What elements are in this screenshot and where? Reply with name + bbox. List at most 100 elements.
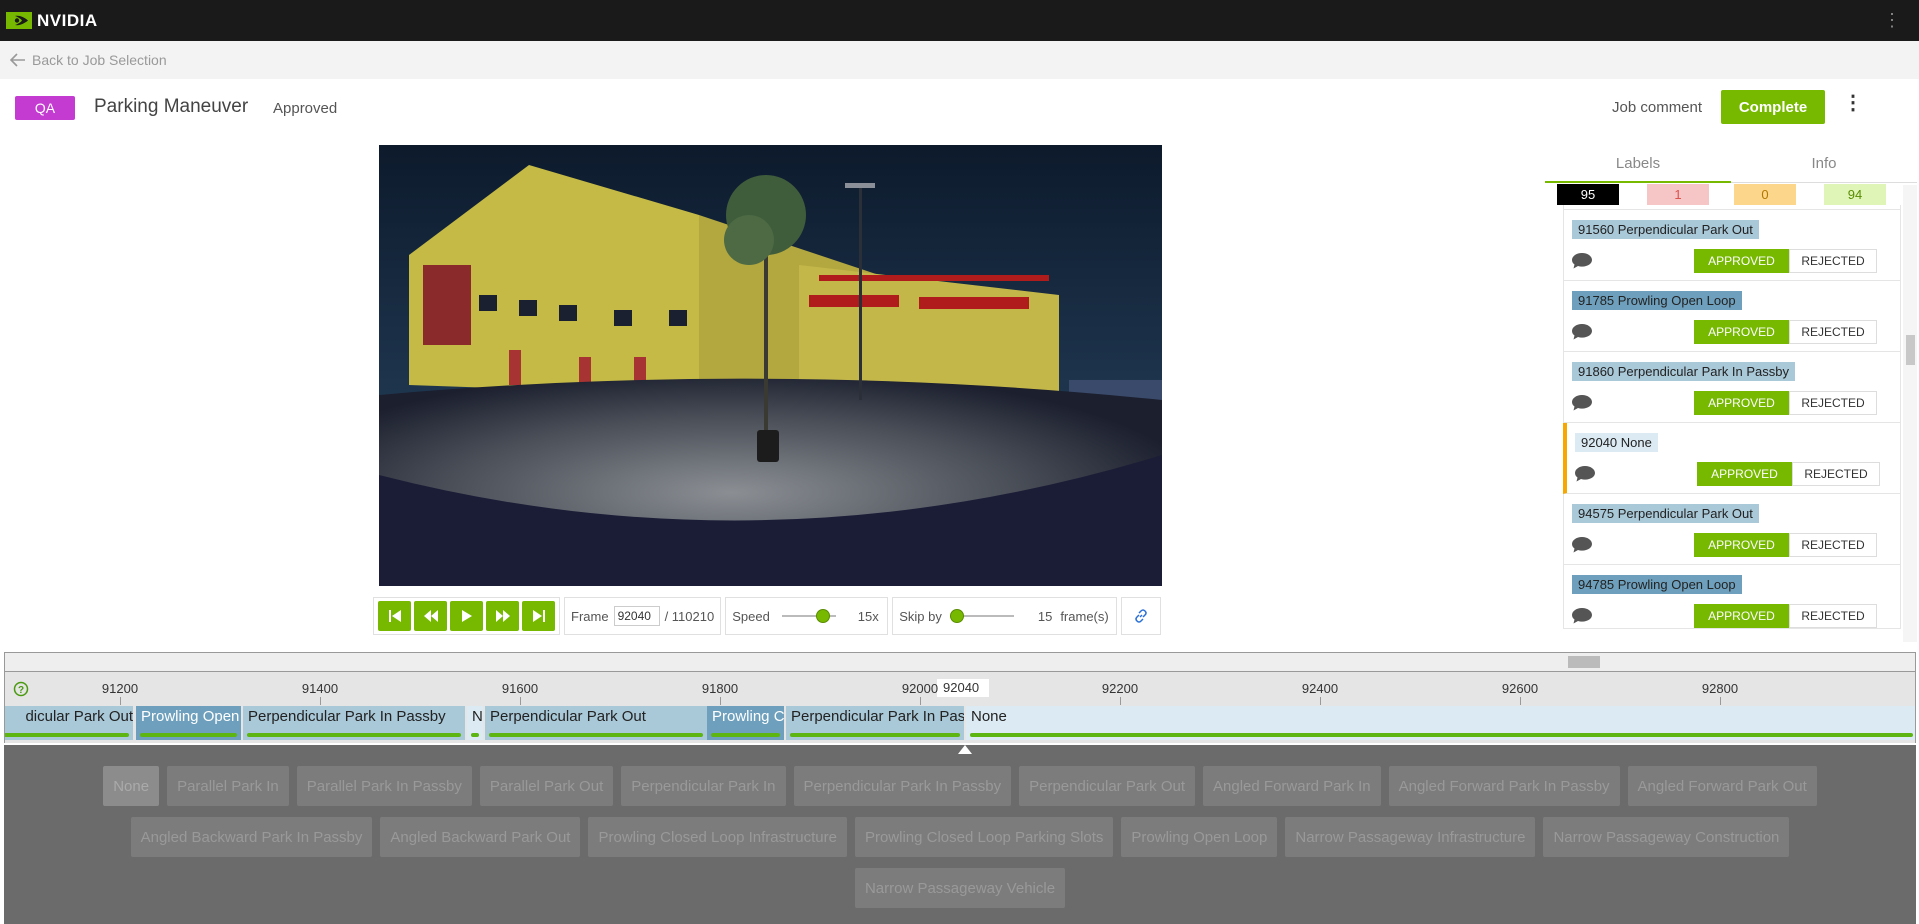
- category-button[interactable]: Narrow Passageway Infrastructure: [1285, 817, 1536, 857]
- timeline-tick-label: 91200: [101, 681, 139, 696]
- category-button[interactable]: Angled Forward Park Out: [1627, 766, 1817, 806]
- speed-group: Speed 15x: [725, 597, 889, 635]
- rewind-button[interactable]: [414, 601, 447, 631]
- speed-slider-knob[interactable]: [815, 609, 830, 623]
- help-icon[interactable]: ?: [13, 681, 29, 697]
- category-button[interactable]: Perpendicular Park Out: [1019, 766, 1196, 806]
- skip-unit: frame(s): [1060, 608, 1109, 624]
- category-button[interactable]: Angled Backward Park In Passby: [130, 817, 373, 857]
- label-list-scrollbar[interactable]: [1903, 185, 1917, 642]
- timeline-segment[interactable]: None: [966, 706, 1915, 740]
- approved-button[interactable]: APPROVED: [1694, 249, 1789, 273]
- video-frame[interactable]: [379, 145, 1162, 586]
- category-button[interactable]: None: [103, 766, 160, 806]
- job-title: Parking Maneuver: [94, 96, 249, 117]
- timeline-segment[interactable]: Prowling Open: [136, 706, 241, 740]
- label-list-item[interactable]: 91560 Perpendicular Park Out APPROVED RE…: [1563, 210, 1901, 281]
- comment-icon[interactable]: [1571, 323, 1593, 341]
- rewind-icon: [423, 610, 438, 622]
- approved-button[interactable]: APPROVED: [1697, 462, 1792, 486]
- category-button[interactable]: Narrow Passageway Vehicle: [854, 868, 1066, 908]
- rejected-button[interactable]: REJECTED: [1789, 604, 1877, 628]
- timeline-scroll-thumb[interactable]: [1568, 656, 1600, 668]
- rejected-button[interactable]: REJECTED: [1789, 533, 1877, 557]
- comment-icon[interactable]: [1571, 252, 1593, 270]
- video-image: [379, 145, 1162, 586]
- category-button[interactable]: Angled Forward Park In: [1203, 766, 1381, 806]
- timeline-tick-label: 91400: [301, 681, 339, 696]
- timeline-tick-mark: [1320, 697, 1321, 705]
- label-tag: 94785 Prowling Open Loop: [1572, 575, 1742, 594]
- comment-icon[interactable]: [1571, 394, 1593, 412]
- label-counts: 95 1 0 94: [1545, 184, 1917, 206]
- approved-button[interactable]: APPROVED: [1694, 533, 1789, 557]
- job-menu-icon[interactable]: ⋮: [1843, 93, 1863, 113]
- timeline-segment[interactable]: dicular Park Out: [5, 706, 133, 740]
- label-list-item[interactable]: 91860 Perpendicular Park In Passby APPRO…: [1563, 352, 1901, 423]
- speed-slider[interactable]: [781, 609, 836, 623]
- category-button[interactable]: Perpendicular Park In: [621, 766, 786, 806]
- category-button[interactable]: Prowling Open Loop: [1121, 817, 1278, 857]
- label-list-item[interactable]: 94785 Prowling Open Loop APPROVED REJECT…: [1563, 565, 1901, 629]
- comment-icon[interactable]: [1571, 607, 1593, 625]
- timeline-segment[interactable]: Perpendicular Park In Passby: [243, 706, 465, 740]
- tab-labels[interactable]: Labels: [1545, 145, 1731, 183]
- back-to-job-selection-link[interactable]: Back to Job Selection: [32, 52, 167, 68]
- category-button[interactable]: Parallel Park In Passby: [296, 766, 472, 806]
- skip-value: 15: [1037, 608, 1053, 624]
- comment-icon[interactable]: [1574, 465, 1596, 483]
- category-button[interactable]: Angled Backward Park Out: [380, 817, 581, 857]
- category-button[interactable]: Narrow Passageway Construction: [1543, 817, 1790, 857]
- rejected-button[interactable]: REJECTED: [1792, 462, 1880, 486]
- app-menu-icon[interactable]: ⋮: [1883, 10, 1901, 30]
- job-comment-button[interactable]: Job comment: [1612, 99, 1702, 116]
- timeline-tick-mark: [520, 697, 521, 705]
- rejected-button[interactable]: REJECTED: [1789, 320, 1877, 344]
- skip-to-end-button[interactable]: [522, 601, 555, 631]
- timeline-tick-label: 92400: [1301, 681, 1339, 696]
- timeline-segment[interactable]: N: [467, 706, 483, 740]
- approved-button[interactable]: APPROVED: [1694, 391, 1789, 415]
- segment-status-bar: [970, 733, 1913, 737]
- category-button[interactable]: Prowling Closed Loop Parking Slots: [854, 817, 1114, 857]
- comment-icon[interactable]: [1571, 536, 1593, 554]
- approved-button[interactable]: APPROVED: [1694, 604, 1789, 628]
- skip-to-start-button[interactable]: [378, 601, 411, 631]
- label-tag: 91560 Perpendicular Park Out: [1572, 220, 1759, 239]
- tab-info[interactable]: Info: [1731, 145, 1917, 183]
- category-button[interactable]: Prowling Closed Loop Infrastructure: [588, 817, 847, 857]
- timeline-segment[interactable]: Prowling C: [707, 706, 784, 740]
- label-list-scroll-thumb[interactable]: [1906, 335, 1915, 365]
- arrow-left-icon[interactable]: [10, 53, 26, 67]
- category-button[interactable]: Angled Forward Park In Passby: [1388, 766, 1620, 806]
- fast-forward-button[interactable]: [486, 601, 519, 631]
- approved-button[interactable]: APPROVED: [1694, 320, 1789, 344]
- rejected-button[interactable]: REJECTED: [1789, 391, 1877, 415]
- category-button[interactable]: Perpendicular Park In Passby: [793, 766, 1012, 806]
- play-button[interactable]: [450, 601, 483, 631]
- complete-button[interactable]: Complete: [1721, 90, 1825, 124]
- category-button[interactable]: Parallel Park In: [167, 766, 289, 806]
- category-row: None Parallel Park In Parallel Park In Pas…: [4, 766, 1916, 806]
- link-icon[interactable]: [1134, 609, 1148, 623]
- playback-buttons: [373, 597, 560, 635]
- timeline-segment[interactable]: Perpendicular Park In Pass: [786, 706, 964, 740]
- frame-input[interactable]: [613, 606, 660, 626]
- timeline-scrollbar[interactable]: [4, 652, 1916, 672]
- timeline-segment[interactable]: Perpendicular Park Out: [485, 706, 707, 740]
- timeline-tick-label: 91800: [701, 681, 739, 696]
- frame-label: Frame: [571, 608, 609, 624]
- skip-slider[interactable]: [949, 609, 1014, 623]
- nvidia-logo[interactable]: NVIDIA: [6, 11, 98, 31]
- rejected-button[interactable]: REJECTED: [1789, 249, 1877, 273]
- label-list-item[interactable]: 94575 Perpendicular Park Out APPROVED RE…: [1563, 494, 1901, 565]
- label-list-item[interactable]: 92040 None APPROVED REJECTED: [1563, 423, 1901, 494]
- timeline-segment-label: Perpendicular Park Out: [490, 708, 646, 725]
- label-list-item[interactable]: 91785 Prowling Open Loop APPROVED REJECT…: [1563, 281, 1901, 352]
- timeline-ruler[interactable]: ? 92040 91200 91400 91600 91800 92000 92200 92…: [4, 672, 1916, 705]
- segment-status-bar: [471, 733, 479, 737]
- skip-slider-knob[interactable]: [949, 609, 964, 623]
- job-status: Approved: [273, 100, 338, 117]
- category-button[interactable]: Parallel Park Out: [479, 766, 614, 806]
- playhead-icon[interactable]: [958, 745, 972, 754]
